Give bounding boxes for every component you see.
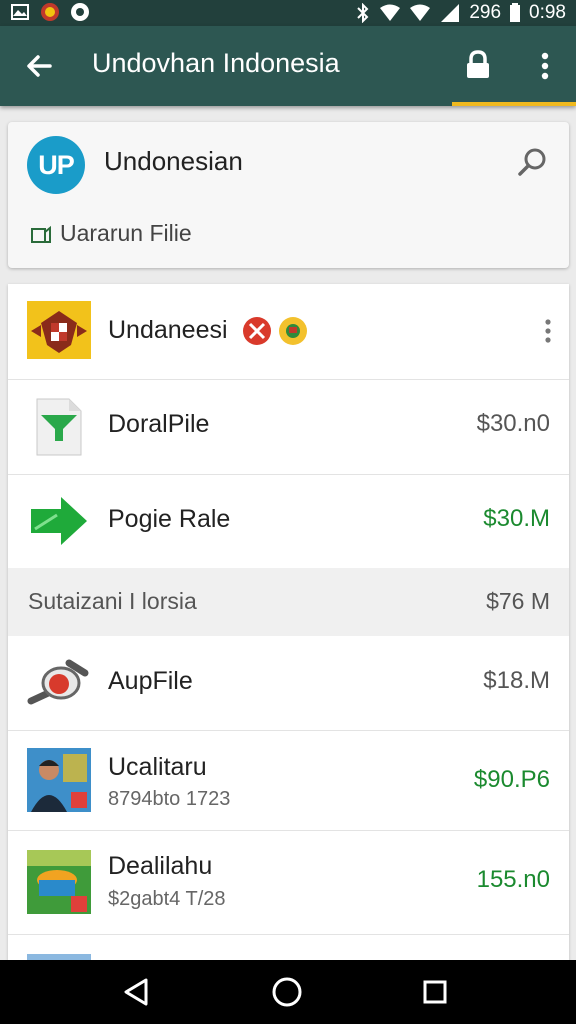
- list-item-name: Ucalitaru: [108, 753, 207, 781]
- list-item[interactable]: DoralPile $30.n0: [8, 379, 569, 475]
- list-item[interactable]: Undaneesi: [8, 284, 569, 380]
- garuda-emblem-icon: [27, 301, 91, 359]
- file-subline[interactable]: Uararun Filie: [30, 220, 192, 247]
- section-total: $76 M: [486, 588, 550, 614]
- list-item-value: $18.M: [483, 667, 550, 694]
- list-item-value: $30.n0: [476, 410, 550, 437]
- section-header: Sutaizani I lorsia $76 M: [8, 568, 569, 636]
- folder-icon: [31, 225, 51, 243]
- home-circle-icon[interactable]: [269, 974, 305, 1010]
- red-star-badge-icon: [243, 317, 272, 346]
- list-item-name: AupFile: [108, 667, 193, 695]
- back-triangle-icon[interactable]: [118, 974, 154, 1010]
- system-nav-bar: [0, 960, 576, 1024]
- image-icon: [11, 4, 29, 20]
- list-item-value: $30.M: [483, 505, 550, 532]
- list-item[interactable]: AupFile $18.M: [8, 636, 569, 731]
- flag-badge-icon: [41, 3, 59, 21]
- status-bar: 296 0:98: [0, 0, 576, 26]
- lock-icon[interactable]: [458, 46, 498, 86]
- file-subtitle: Uararun Filie: [60, 220, 192, 246]
- game-icon: [27, 850, 91, 914]
- tab-indicator: [452, 102, 576, 106]
- battery-level: 296: [469, 2, 502, 23]
- back-arrow-icon[interactable]: [20, 46, 60, 86]
- list-item-name: Dealilahu: [108, 852, 213, 880]
- flag-badges: [242, 316, 308, 346]
- document-icon: [36, 398, 82, 456]
- search-icon[interactable]: [514, 144, 552, 182]
- app-logo: UP: [27, 136, 85, 194]
- file-list: Undaneesi DoralPile $30.n0 Pogie Rale $3…: [8, 284, 569, 974]
- wifi-icon: [380, 4, 401, 21]
- list-item-name: Pogie Rale: [108, 505, 231, 533]
- list-item-sub: $2gabt4 T/28: [108, 888, 226, 910]
- recents-square-icon[interactable]: [417, 974, 453, 1010]
- pin-icon: [27, 659, 89, 705]
- list-item-name: Undaneesi: [108, 316, 308, 346]
- battery-icon: [510, 3, 521, 22]
- signal-icon: [410, 4, 431, 21]
- clock: 0:98: [529, 2, 566, 23]
- list-item-value: $90.P6: [473, 766, 550, 793]
- bluetooth-icon: [357, 3, 369, 23]
- portrait-icon: [27, 748, 91, 812]
- list-item-sub: 8794bto 1723: [108, 788, 231, 810]
- list-item[interactable]: Dealilahu $2gabt4 T/28 155.n0: [8, 830, 569, 935]
- row-more-icon[interactable]: [541, 318, 555, 344]
- list-item-name: DoralPile: [108, 410, 210, 438]
- section-title: Sutaizani I lorsia: [28, 588, 197, 614]
- signal-bars-icon: [441, 4, 460, 22]
- page-title: Undovhan Indonesia: [92, 48, 340, 78]
- list-item-value: 155.n0: [476, 866, 550, 893]
- app-name: Undonesian: [104, 146, 243, 176]
- shield-icon: [71, 3, 89, 21]
- green-arrow-icon: [31, 497, 87, 545]
- more-vertical-icon[interactable]: [528, 46, 562, 86]
- app-toolbar: Undovhan Indonesia: [0, 26, 576, 106]
- garuda-badge-icon: [279, 317, 308, 346]
- list-item[interactable]: Ucalitaru 8794bto 1723 $90.P6: [8, 730, 569, 831]
- app-header-card[interactable]: UP Undonesian Uararun Filie: [8, 122, 569, 268]
- list-item[interactable]: Pogie Rale $30.M: [8, 474, 569, 568]
